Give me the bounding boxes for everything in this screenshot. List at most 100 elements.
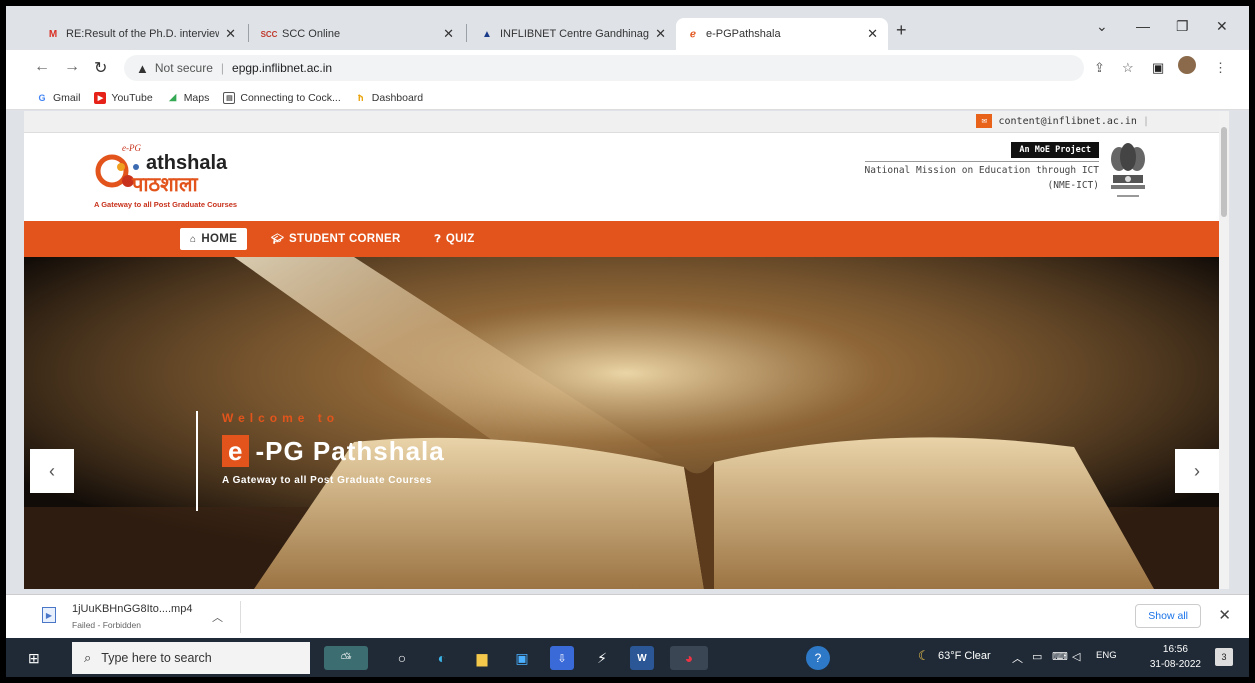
download-bar: ▶ 1jUuKBHnGG8Ito....mp4 Failed - Forbidd… [6, 594, 1249, 638]
notification-icon[interactable]: 3 [1215, 648, 1233, 666]
page-scrollbar[interactable] [1219, 111, 1229, 589]
contact-email[interactable]: ✉ content@inflibnet.ac.in | [976, 114, 1149, 128]
tab-title: SCC Online [282, 28, 341, 40]
security-label: Not secure [154, 61, 213, 75]
winamp-icon[interactable]: ⚡︎ [590, 646, 614, 670]
chrome-icon[interactable]: ◕ [670, 646, 708, 670]
minimize-icon[interactable]: — [1136, 18, 1150, 34]
clock[interactable]: 16:56 31-08-2022 [1150, 642, 1201, 672]
side-panel-icon[interactable]: ▣ [1152, 60, 1164, 76]
main-nav: ⌂ HOME 🎓︎ STUDENT CORNER ❓︎ QUIZ [24, 221, 1229, 257]
restore-icon[interactable]: ❐ [1176, 18, 1189, 35]
svg-text:e-PG: e-PG [122, 143, 141, 153]
reload-icon[interactable]: ↻ [94, 58, 107, 78]
screenshot-frame: M RE:Result of the Ph.D. interview - ✕ S… [0, 0, 1255, 683]
graduation-cap-icon: 🎓︎ [271, 233, 285, 245]
close-icon[interactable]: ✕ [867, 26, 878, 42]
volume-icon: ◁ [1072, 651, 1081, 663]
tab-title: RE:Result of the Ph.D. interview - [66, 28, 220, 40]
hero-subtitle: A Gateway to all Post Graduate Courses [222, 475, 432, 486]
nme-ict-title: National Mission on Education through IC… [864, 161, 1099, 176]
tab-title: INFLIBNET Centre Gandhinagar [500, 28, 650, 40]
language-indicator[interactable]: ENG [1096, 650, 1117, 661]
scroll-thumb[interactable] [1221, 127, 1227, 217]
chevron-right-icon: › [1194, 460, 1200, 481]
download-filename[interactable]: 1jUuKBHnGG8Ito....mp4 [72, 603, 192, 615]
gmail-icon: M [48, 28, 58, 40]
hero-caption: Welcome to e -PG Pathshala A Gateway to … [196, 411, 445, 511]
close-icon[interactable]: ✕ [655, 26, 666, 42]
hero-title-text: -PG Pathshala [255, 435, 445, 466]
close-window-icon[interactable]: ✕ [1216, 18, 1228, 35]
forward-icon[interactable]: → [64, 58, 80, 76]
bookmark-dashboard[interactable]: ħ Dashboard [355, 92, 423, 104]
site-header: e-PG athshala पाठशाला A Gateway to all P… [24, 133, 1229, 221]
file-icon: ▶ [42, 607, 56, 623]
clock-date: 31-08-2022 [1149, 659, 1201, 670]
network-icon: ⌨ [1052, 651, 1068, 663]
battery-icon: ▭ [1032, 651, 1043, 663]
weather-text[interactable]: 63°F Clear [938, 650, 991, 662]
bookmark-youtube[interactable]: ▶ YouTube [94, 91, 153, 104]
download-status: Failed - Forbidden [72, 620, 141, 630]
avatar[interactable] [1178, 56, 1196, 74]
scc-icon: SCC [260, 29, 278, 39]
carousel-prev-button[interactable]: ‹ [30, 449, 74, 493]
search-placeholder: Type here to search [101, 651, 212, 665]
file-explorer-icon[interactable]: ▆ [470, 646, 494, 670]
url-text: epgp.inflibnet.ac.in [232, 61, 333, 75]
cortana-icon[interactable]: ○ [390, 646, 414, 670]
share-icon[interactable]: ⇪ [1094, 60, 1105, 76]
address-bar[interactable]: ▲ Not secure | epgp.inflibnet.ac.in [124, 55, 1084, 81]
menu-icon[interactable]: ⋮ [1214, 60, 1227, 76]
national-emblem-icon [1111, 143, 1145, 197]
nav-quiz[interactable]: ❓︎ QUIZ [435, 233, 475, 245]
moe-badge: An MoE Project [1011, 142, 1099, 158]
web-page: ✉ content@inflibnet.ac.in | e-PG athshal… [24, 111, 1229, 589]
logo-tagline: A Gateway to all Post Graduate Courses [94, 200, 238, 209]
nav-student-corner[interactable]: 🎓︎ STUDENT CORNER [271, 233, 401, 245]
star-icon[interactable]: ☆ [1122, 60, 1134, 76]
tab-inflibnet[interactable]: ▲ INFLIBNET Centre Gandhinagar ✕ [470, 18, 676, 50]
weather-widget-icon[interactable]: ⛅︎ [324, 646, 368, 670]
help-icon[interactable]: ? [806, 646, 830, 670]
bookmark-label: YouTube [111, 91, 153, 104]
bookmark-maps[interactable]: ◢ Maps [167, 91, 210, 104]
contact-bar: ✉ content@inflibnet.ac.in | [24, 111, 1229, 133]
close-icon[interactable]: ✕ [443, 26, 454, 42]
tab-epgpathshala[interactable]: ℯ e-PGPathshala ✕ [676, 18, 888, 50]
show-all-button[interactable]: Show all [1135, 604, 1201, 628]
edge-icon[interactable]: ◐ [430, 646, 454, 670]
tab-title: e-PGPathshala [706, 28, 781, 40]
back-icon[interactable]: ← [34, 58, 50, 76]
carousel-next-button[interactable]: › [1175, 449, 1219, 493]
browser-toolbar: ← → ↻ ▲ Not secure | epgp.inflibnet.ac.i… [6, 50, 1249, 86]
tab-scc[interactable]: SCC SCC Online ✕ [252, 18, 464, 50]
taskbar-search[interactable]: ⌕ Type here to search [72, 642, 310, 674]
tab-strip: M RE:Result of the Ph.D. interview - ✕ S… [6, 6, 1249, 50]
bookmark-label: Connecting to Cock... [240, 91, 341, 104]
search-icon: ⌕ [84, 650, 92, 665]
clock-time: 16:56 [1162, 644, 1188, 655]
chevron-down-icon[interactable]: ⌄ [1096, 18, 1108, 35]
app-icon[interactable]: ⇩ [550, 646, 574, 670]
bookmark-connecting[interactable]: ▤ Connecting to Cock... [223, 91, 341, 104]
bookmark-gmail[interactable]: G Gmail [36, 92, 80, 104]
new-tab-button[interactable]: + [896, 20, 907, 41]
bookmarks-bar: G Gmail ▶ YouTube ◢ Maps ▤ Connecting to… [6, 86, 1249, 110]
word-icon[interactable]: W [630, 646, 654, 670]
hero-carousel: Welcome to e -PG Pathshala A Gateway to … [24, 257, 1229, 589]
chevron-up-icon[interactable]: ︿ [1012, 650, 1023, 666]
nav-label: HOME [201, 233, 238, 245]
store-icon[interactable]: ▣ [510, 646, 534, 670]
bookmark-label: Maps [183, 91, 210, 104]
close-icon[interactable]: ✕ [225, 26, 236, 42]
google-icon: G [38, 92, 46, 103]
chevron-up-icon[interactable]: ︿ [212, 609, 223, 625]
tab-gmail[interactable]: M RE:Result of the Ph.D. interview - ✕ [36, 18, 246, 50]
windows-taskbar: ⊞ ⌕ Type here to search ⛅︎ ○ ◐ ▆ ▣ ⇩ ⚡︎ … [6, 638, 1249, 677]
windows-start-icon[interactable]: ⊞ [28, 650, 40, 667]
maps-icon: ◢ [169, 92, 177, 102]
close-icon[interactable]: ✕ [1218, 606, 1231, 624]
nav-home[interactable]: ⌂ HOME [180, 228, 248, 250]
